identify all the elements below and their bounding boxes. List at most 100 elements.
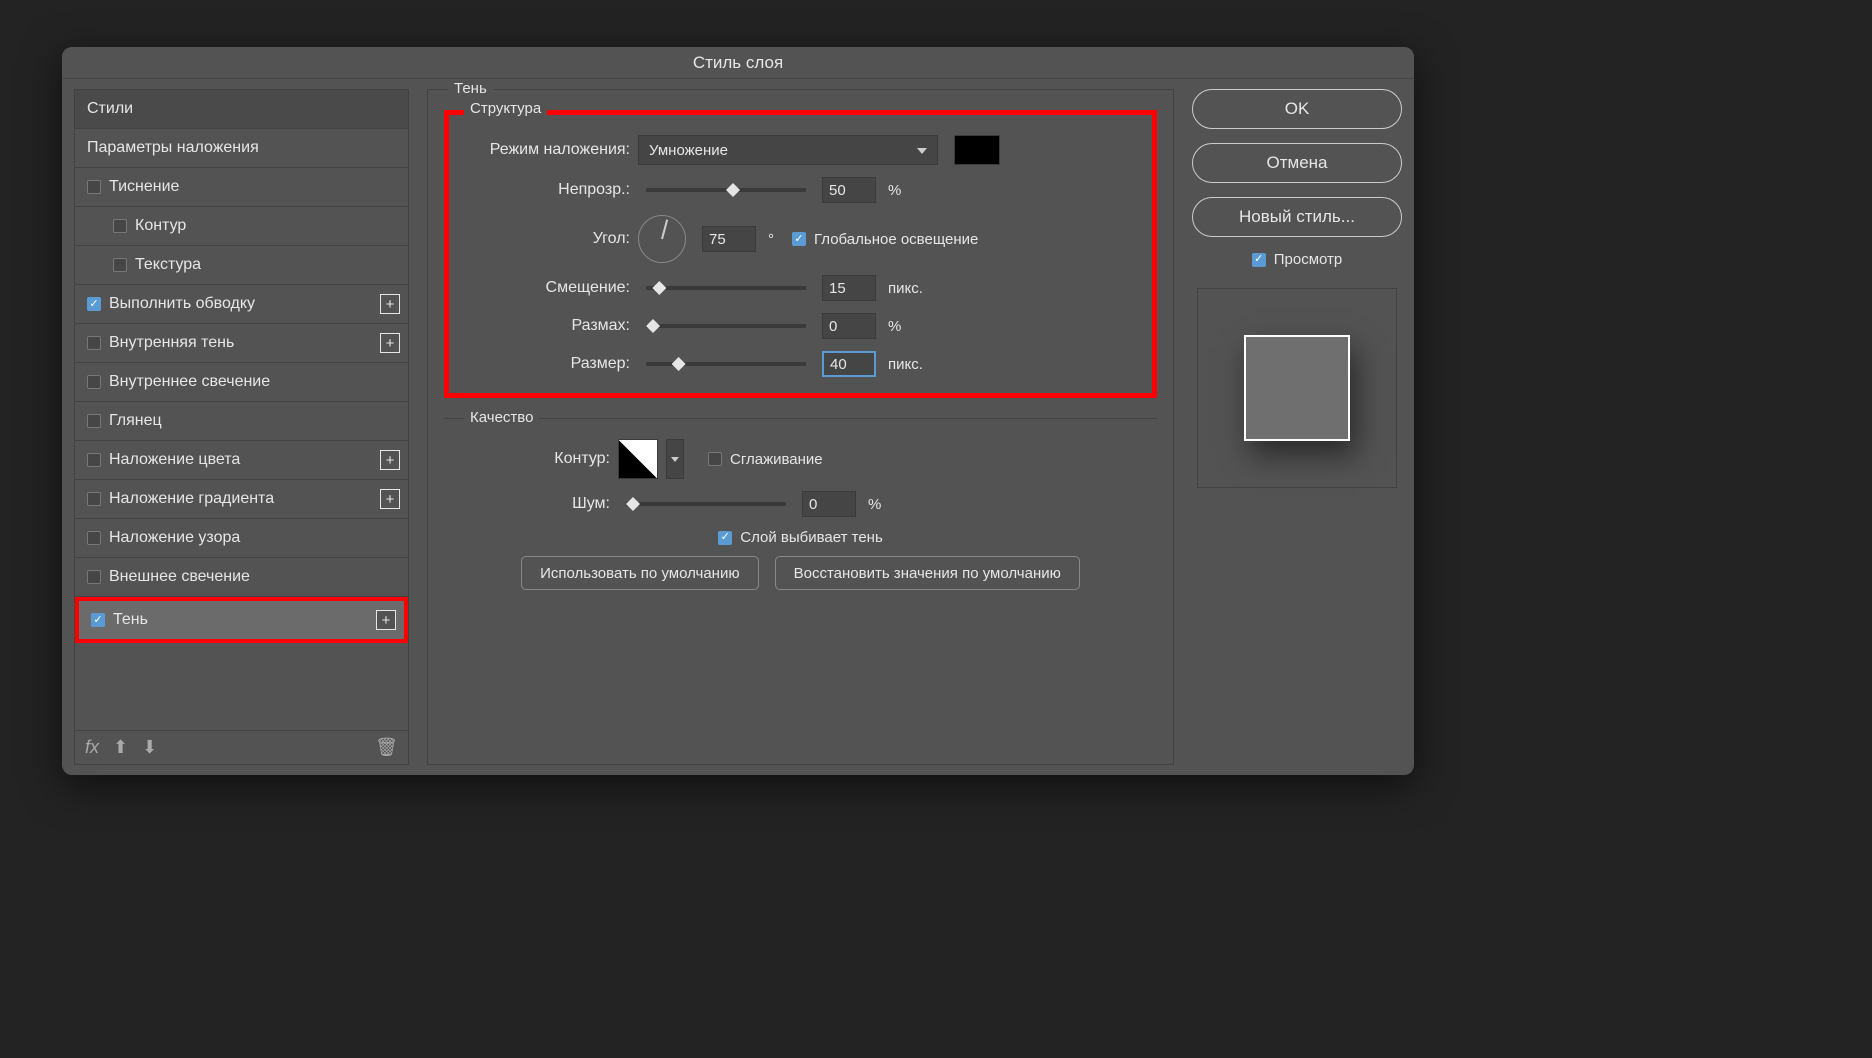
sidebar-item-10[interactable]: Внешнее свечение <box>75 558 408 597</box>
new-style-button[interactable]: Новый стиль... <box>1192 197 1402 237</box>
global-light-checkbox[interactable] <box>792 232 806 246</box>
shadow-fieldset: Тень Структура Режим наложения: Умножени… <box>427 89 1174 765</box>
sidebar-item-8[interactable]: Наложение градиента+ <box>75 480 408 519</box>
right-panel: OK Отмена Новый стиль... Просмотр <box>1192 89 1402 765</box>
sidebar-item-label: Тень <box>113 611 148 629</box>
contour-dropdown[interactable] <box>666 439 684 479</box>
sidebar-header-styles[interactable]: Стили <box>75 90 408 129</box>
ok-button[interactable]: OK <box>1192 89 1402 129</box>
noise-slider[interactable] <box>626 502 786 506</box>
opacity-unit: % <box>888 182 901 199</box>
sidebar-item-11[interactable]: Тень + <box>75 597 408 643</box>
sidebar-item-label: Тиснение <box>109 178 179 196</box>
contour-picker[interactable] <box>618 439 658 479</box>
structure-highlight: Режим наложения: Умножение Непрозр.: % У… <box>444 110 1157 398</box>
sidebar-item-4[interactable]: Внутренняя тень+ <box>75 324 408 363</box>
fx-icon[interactable]: fx <box>85 737 99 758</box>
sidebar-item-checkbox[interactable] <box>87 453 101 467</box>
global-light-label: Глобальное освещение <box>814 231 978 248</box>
sidebar-item-label: Текстура <box>135 256 201 274</box>
blend-mode-label: Режим наложения: <box>465 141 630 159</box>
size-slider[interactable] <box>646 362 806 366</box>
arrow-down-icon[interactable]: ⬇ <box>142 737 157 758</box>
sidebar-item-checkbox[interactable] <box>87 297 101 311</box>
styles-sidebar: Стили Параметры наложения Тиснение Контур… <box>74 89 409 765</box>
sidebar-item-6[interactable]: Глянец <box>75 402 408 441</box>
arrow-up-icon[interactable]: ⬆ <box>113 737 128 758</box>
sidebar-item-3[interactable]: Выполнить обводку + <box>75 285 408 324</box>
add-effect-icon[interactable]: + <box>380 450 400 470</box>
noise-input[interactable] <box>802 491 856 517</box>
add-effect-icon[interactable]: + <box>380 489 400 509</box>
sidebar-item-checkbox[interactable] <box>87 336 101 350</box>
distance-input[interactable] <box>822 275 876 301</box>
sidebar-item-label: Наложение узора <box>109 529 240 547</box>
sidebar-item-label: Контур <box>135 217 186 235</box>
antialias-label: Сглаживание <box>730 451 823 468</box>
angle-label: Угол: <box>465 230 630 248</box>
quality-fieldset: Качество Контур: Сглаживание Шум: <box>444 418 1157 606</box>
add-effect-icon[interactable]: + <box>380 333 400 353</box>
sidebar-item-checkbox[interactable] <box>87 531 101 545</box>
shadow-color-swatch[interactable] <box>954 135 1000 165</box>
opacity-input[interactable] <box>822 177 876 203</box>
sidebar-item-7[interactable]: Наложение цвета + <box>75 441 408 480</box>
dialog-title: Стиль слоя <box>62 47 1414 79</box>
distance-label: Смещение: <box>465 279 630 297</box>
noise-label: Шум: <box>460 495 610 513</box>
knockout-label: Слой выбивает тень <box>740 529 883 546</box>
sidebar-item-checkbox[interactable] <box>87 375 101 389</box>
section-title: Тень <box>448 80 493 97</box>
add-effect-icon[interactable]: + <box>380 294 400 314</box>
angle-dial[interactable] <box>638 215 686 263</box>
distance-slider[interactable] <box>646 286 806 290</box>
contour-label: Контур: <box>460 450 610 468</box>
layer-style-dialog: Стиль слоя Стили Параметры наложения Тис… <box>62 47 1414 775</box>
sidebar-item-label: Внутреннее свечение <box>109 373 270 391</box>
sidebar-item-2[interactable]: Текстура <box>75 246 408 285</box>
preview-swatch <box>1244 335 1350 441</box>
sidebar-item-checkbox[interactable] <box>87 414 101 428</box>
sidebar-item-9[interactable]: Наложение узора <box>75 519 408 558</box>
sidebar-item-1[interactable]: Контур <box>75 207 408 246</box>
size-input[interactable] <box>822 351 876 377</box>
sidebar-item-checkbox[interactable] <box>91 613 105 627</box>
sidebar-item-label: Внешнее свечение <box>109 568 250 586</box>
trash-icon[interactable]: 🗑 <box>375 737 398 758</box>
spread-input[interactable] <box>822 313 876 339</box>
antialias-checkbox[interactable] <box>708 452 722 466</box>
sidebar-item-checkbox[interactable] <box>87 492 101 506</box>
sidebar-item-checkbox[interactable] <box>113 219 127 233</box>
sidebar-item-checkbox[interactable] <box>87 180 101 194</box>
sidebar-item-label: Наложение цвета <box>109 451 240 469</box>
noise-unit: % <box>868 496 881 513</box>
sidebar-item-label: Выполнить обводку <box>109 295 255 313</box>
sidebar-item-0[interactable]: Тиснение <box>75 168 408 207</box>
reset-default-button[interactable]: Восстановить значения по умолчанию <box>775 556 1080 590</box>
preview-checkbox[interactable] <box>1252 253 1266 267</box>
angle-input[interactable] <box>702 226 756 252</box>
add-effect-icon[interactable]: + <box>376 610 396 630</box>
effect-panel: Тень Структура Режим наложения: Умножени… <box>427 89 1174 765</box>
sidebar-item-checkbox[interactable] <box>113 258 127 272</box>
sidebar-item-checkbox[interactable] <box>87 570 101 584</box>
distance-unit: пикс. <box>888 280 923 297</box>
sidebar-item-label: Глянец <box>109 412 162 430</box>
make-default-button[interactable]: Использовать по умолчанию <box>521 556 758 590</box>
sidebar-item-5[interactable]: Внутреннее свечение <box>75 363 408 402</box>
spread-unit: % <box>888 318 901 335</box>
structure-legend: Структура <box>464 100 547 117</box>
preview-box <box>1197 288 1397 488</box>
spread-slider[interactable] <box>646 324 806 328</box>
knockout-checkbox[interactable] <box>718 531 732 545</box>
quality-legend: Качество <box>464 409 539 426</box>
cancel-button[interactable]: Отмена <box>1192 143 1402 183</box>
size-label: Размер: <box>465 355 630 373</box>
opacity-slider[interactable] <box>646 188 806 192</box>
sidebar-footer: fx ⬆ ⬇ 🗑 <box>75 730 408 764</box>
sidebar-blend-options[interactable]: Параметры наложения <box>75 129 408 168</box>
preview-label: Просмотр <box>1274 251 1343 268</box>
blend-mode-select[interactable]: Умножение <box>638 135 938 165</box>
angle-unit: ° <box>768 231 774 248</box>
size-unit: пикс. <box>888 356 923 373</box>
